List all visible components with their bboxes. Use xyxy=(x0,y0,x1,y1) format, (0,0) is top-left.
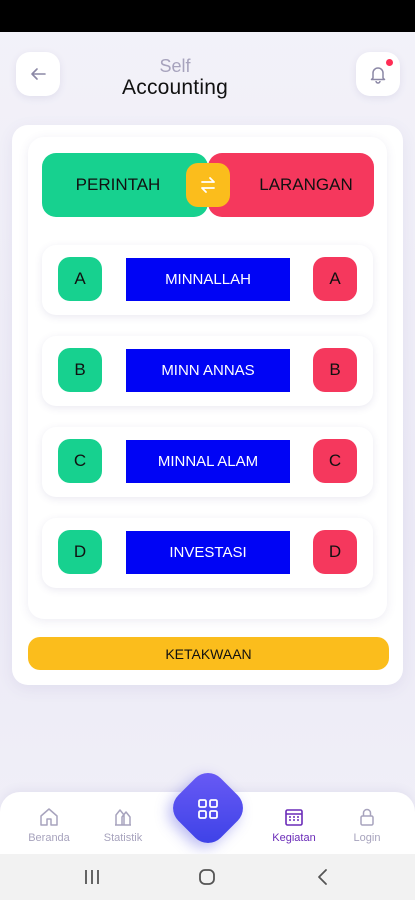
status-bar xyxy=(0,0,415,32)
perintah-header[interactable]: PERINTAH xyxy=(42,153,208,217)
list-item: B MINN ANNAS B xyxy=(42,336,373,406)
perintah-badge[interactable]: D xyxy=(58,530,102,574)
main-card: PERINTAH LARANGAN A MINNALLAH A B MINN A… xyxy=(12,125,403,685)
grid-icon xyxy=(198,799,218,819)
nav-label: Beranda xyxy=(28,832,70,844)
chevron-left-icon[interactable] xyxy=(314,867,332,887)
notification-dot xyxy=(386,59,393,66)
system-nav-bar xyxy=(0,854,415,900)
stats-icon xyxy=(115,809,131,826)
notification-button[interactable] xyxy=(356,52,400,96)
list-item: D INVESTASI D xyxy=(42,518,373,588)
perintah-badge[interactable]: C xyxy=(58,439,102,483)
nav-item-login[interactable]: Login xyxy=(335,806,399,844)
swap-icon xyxy=(201,177,215,193)
nav-label: Login xyxy=(353,832,381,844)
nav-label: Kegiatan xyxy=(272,832,316,844)
larangan-badge[interactable]: B xyxy=(313,348,357,392)
nav-label: Statistik xyxy=(103,832,143,844)
list-item: A MINNALLAH A xyxy=(42,245,373,315)
item-label[interactable]: MINN ANNAS xyxy=(126,349,290,392)
swap-button[interactable] xyxy=(186,163,230,207)
item-label[interactable]: MINNAL ALAM xyxy=(126,440,290,483)
app-header: Self Accounting xyxy=(0,32,415,122)
home-circle-icon[interactable] xyxy=(197,867,217,887)
larangan-badge[interactable]: D xyxy=(313,530,357,574)
nav-item-statistik[interactable]: Statistik xyxy=(91,806,155,844)
ketakwaan-button[interactable]: KETAKWAAN xyxy=(28,637,389,670)
arrow-left-icon xyxy=(31,68,46,80)
category-panel: PERINTAH LARANGAN A MINNALLAH A B MINN A… xyxy=(28,137,387,619)
larangan-badge[interactable]: A xyxy=(313,257,357,301)
back-button[interactable] xyxy=(16,52,60,96)
nav-item-kegiatan[interactable]: Kegiatan xyxy=(262,806,326,844)
recent-apps-icon[interactable] xyxy=(82,868,102,886)
larangan-badge[interactable]: C xyxy=(313,439,357,483)
item-label[interactable]: MINNALLAH xyxy=(126,258,290,301)
lock-icon xyxy=(360,808,374,826)
page-subtitle: Self xyxy=(159,56,191,76)
calendar-icon xyxy=(285,809,303,826)
list-item: C MINNAL ALAM C xyxy=(42,427,373,497)
home-icon xyxy=(40,808,58,826)
larangan-header[interactable]: LARANGAN xyxy=(208,153,374,217)
nav-item-beranda[interactable]: Beranda xyxy=(17,806,81,844)
page-title: Accounting xyxy=(122,76,228,99)
item-label[interactable]: INVESTASI xyxy=(126,531,290,574)
perintah-badge[interactable]: A xyxy=(58,257,102,301)
bell-icon xyxy=(370,67,386,84)
perintah-badge[interactable]: B xyxy=(58,348,102,392)
